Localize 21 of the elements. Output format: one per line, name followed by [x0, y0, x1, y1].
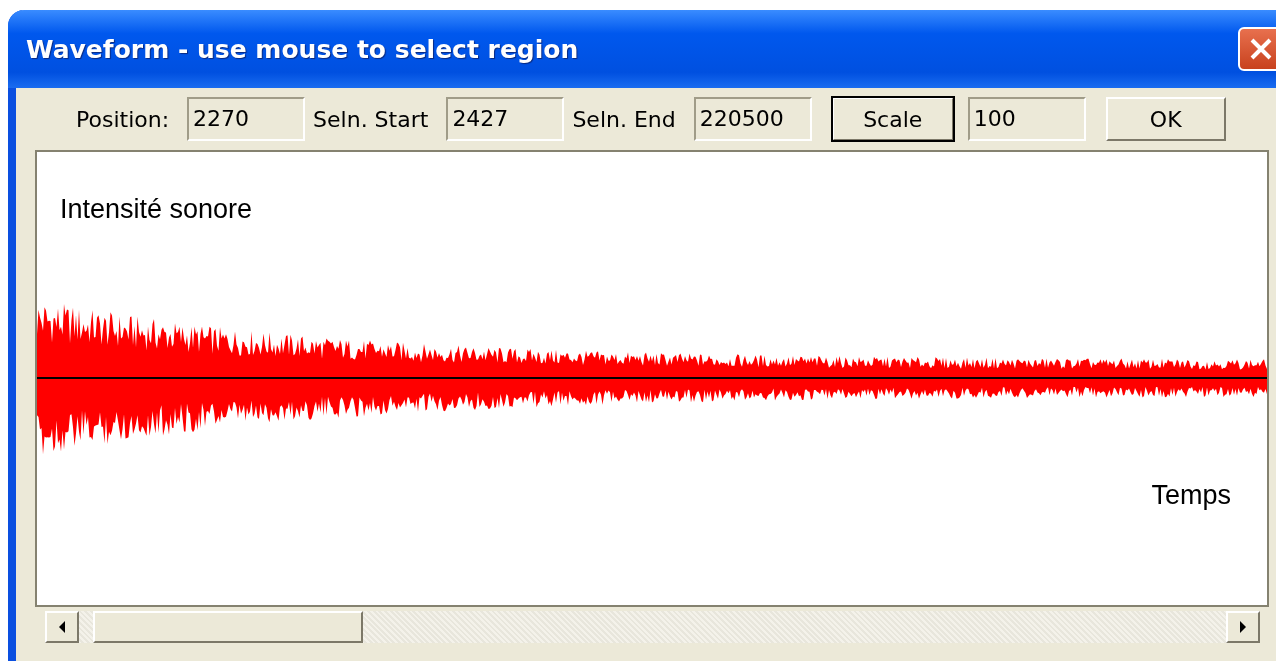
- horizontal-scrollbar[interactable]: [45, 610, 1260, 644]
- window-title: Waveform - use mouse to select region: [26, 34, 580, 64]
- field-label: Position:: [76, 106, 170, 132]
- right-arrow-icon: [1239, 621, 1247, 633]
- field-label: Seln. End: [572, 106, 676, 132]
- axis-label: Temps: [1151, 480, 1231, 511]
- value-field[interactable]: 2427: [446, 97, 565, 141]
- axis-label: Intensité sonore: [60, 194, 253, 225]
- ok-button[interactable]: OK: [1105, 97, 1226, 141]
- waveform-panel[interactable]: Intensité sonore Temps: [35, 150, 1269, 607]
- left-arrow-icon: [58, 621, 66, 633]
- close-button[interactable]: [1238, 27, 1276, 71]
- scroll-thumb[interactable]: [93, 611, 363, 643]
- scroll-right-button[interactable]: [1226, 611, 1260, 643]
- scale-field[interactable]: 100: [967, 97, 1086, 141]
- field-label: Seln. Start: [313, 106, 429, 132]
- value-field[interactable]: 220500: [693, 97, 812, 141]
- scale-button[interactable]: Scale: [831, 97, 954, 141]
- close-icon: [1248, 36, 1274, 62]
- value-field[interactable]: 2270: [187, 97, 306, 141]
- scroll-left-button[interactable]: [45, 611, 79, 643]
